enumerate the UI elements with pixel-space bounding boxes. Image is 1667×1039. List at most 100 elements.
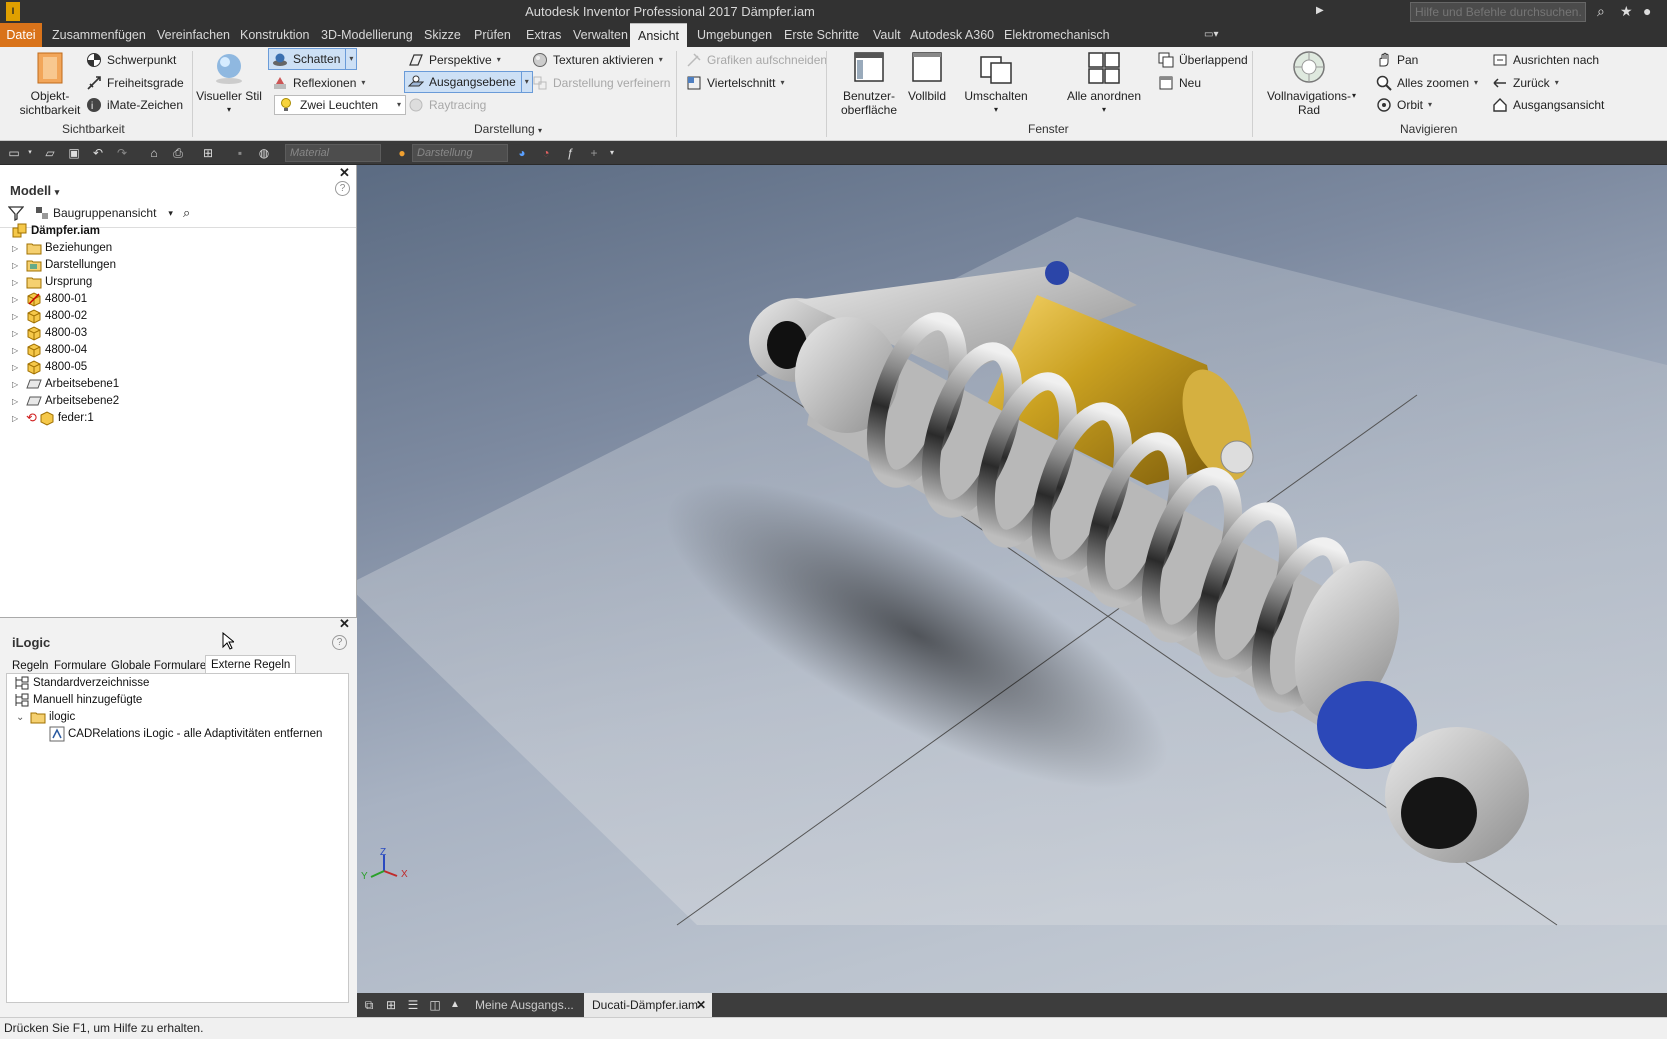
select-icon[interactable]: ▪ xyxy=(232,145,248,161)
tab-zusammenfuegen[interactable]: Zusammenfügen xyxy=(44,23,154,47)
chevron-down-icon[interactable]: ▾ xyxy=(1474,73,1478,93)
zurueck-button[interactable]: Zurück ▾ xyxy=(1492,73,1559,93)
tree-item[interactable]: ▷ ⟲ feder:1 xyxy=(12,409,94,427)
freiheitsgrade-button[interactable]: Freiheitsgrade xyxy=(86,73,184,93)
expand-arrow-icon[interactable]: ▷ xyxy=(12,346,22,355)
objekt-sichtbarkeit-button[interactable]: Objekt- sichtbarkeit xyxy=(18,51,82,117)
grafiken-aufschneiden-button[interactable]: Grafiken aufschneiden xyxy=(686,50,827,70)
tree-item[interactable]: ▷ Ursprung xyxy=(12,273,92,291)
expand-arrow-icon[interactable]: ▷ xyxy=(12,397,22,406)
chevron-right-icon[interactable]: ▶ xyxy=(1316,5,1324,16)
tab-overflow-icon[interactable]: ▭▾ xyxy=(1196,23,1226,47)
tab-extras[interactable]: Extras xyxy=(518,23,569,47)
tree-item[interactable]: ▷ Arbeitsebene2 xyxy=(12,392,119,410)
tree-item[interactable]: ▷ 4800-03 xyxy=(12,324,87,342)
raytracing-button[interactable]: Raytracing xyxy=(408,95,486,115)
update-icon[interactable]: ⊞ xyxy=(200,145,216,161)
chevron-down-icon[interactable]: ▾ xyxy=(604,145,620,161)
tree-item[interactable]: ▷ Darstellungen xyxy=(12,256,116,274)
schatten-button[interactable]: Schatten ▾ xyxy=(268,48,358,70)
chevron-down-icon[interactable]: ▾ xyxy=(538,126,542,135)
viertelschnitt-button[interactable]: Viertelschnitt ▾ xyxy=(686,73,785,93)
browser-title[interactable]: Modell ▾ xyxy=(10,183,59,198)
new-file-icon[interactable]: ▭ xyxy=(6,145,22,161)
arrow-up-icon[interactable]: ▲ xyxy=(447,997,463,1013)
reflexionen-button[interactable]: Reflexionen ▾ xyxy=(272,73,365,93)
tab-skizze[interactable]: Skizze xyxy=(416,23,469,47)
binoculars-icon[interactable]: ⌕ xyxy=(1597,3,1605,20)
tile-vertical-icon[interactable]: ◫ xyxy=(427,997,443,1013)
tab-externe-regeln[interactable]: Externe Regeln xyxy=(205,655,297,675)
help-search-input[interactable] xyxy=(1410,2,1586,22)
home-view-icon[interactable]: ⌂ xyxy=(146,145,162,161)
tree-item[interactable]: ▷ 4800-02 xyxy=(12,307,87,325)
save-icon[interactable]: ▣ xyxy=(66,145,82,161)
umschalten-button[interactable]: Umschalten ▾ xyxy=(960,51,1032,117)
chevron-down-icon[interactable]: ▾ xyxy=(1352,91,1356,100)
benutzeroberflaeche-button[interactable]: Benutzer- oberfläche xyxy=(836,51,902,117)
tile-grid-icon[interactable]: ⊞ xyxy=(383,997,399,1013)
texturen-aktivieren-button[interactable]: Texturen aktivieren ▾ xyxy=(532,50,663,70)
tab-meine-ausgangsansicht[interactable]: Meine Ausgangs... xyxy=(467,993,582,1017)
print-icon[interactable]: ⎙ xyxy=(170,145,186,161)
beleuchtung-select[interactable]: Zwei Leuchten ▾ xyxy=(274,95,406,115)
close-icon[interactable]: ✕ xyxy=(339,616,350,632)
clear-appearance-icon[interactable]: ◔ xyxy=(538,145,554,161)
tree-item[interactable]: ▷ Beziehungen xyxy=(12,239,112,257)
pan-button[interactable]: Pan xyxy=(1376,50,1418,70)
imate-zeichen-button[interactable]: i iMate-Zeichen xyxy=(86,95,183,115)
tab-elektromechanisch[interactable]: Elektromechanisch xyxy=(996,23,1118,47)
tab-autodesk-a360[interactable]: Autodesk A360 xyxy=(902,23,1002,47)
expand-arrow-icon[interactable]: ▷ xyxy=(12,380,22,389)
visueller-stil-button[interactable]: Visueller Stil ▾ xyxy=(196,51,262,117)
redo-icon[interactable]: ↷ xyxy=(114,145,130,161)
help-icon[interactable]: ? xyxy=(332,635,347,650)
assembly-view-label[interactable]: Baugruppenansicht xyxy=(53,206,156,220)
ausrichten-nach-button[interactable]: Ausrichten nach xyxy=(1492,50,1599,70)
tab-erste-schritte[interactable]: Erste Schritte xyxy=(776,23,867,47)
perspektive-button[interactable]: Perspektive ▾ xyxy=(408,50,501,70)
chevron-down-icon[interactable]: ▾ xyxy=(168,208,173,219)
chevron-down-icon[interactable]: ⌄ xyxy=(16,712,26,723)
user-icon[interactable]: ● xyxy=(1643,3,1651,19)
chevron-down-icon[interactable]: ▾ xyxy=(1428,95,1432,115)
chevron-down-icon[interactable]: ▾ xyxy=(497,50,501,70)
chevron-down-icon[interactable]: ▾ xyxy=(780,73,784,93)
list-item[interactable]: CADRelations iLogic - alle Adaptivitäten… xyxy=(49,725,322,743)
expand-arrow-icon[interactable]: ▷ xyxy=(12,363,22,372)
neu-button[interactable]: Neu xyxy=(1158,73,1201,93)
list-item[interactable]: ⌄ ilogic xyxy=(16,708,75,726)
plus-icon[interactable]: + xyxy=(586,145,602,161)
expand-arrow-icon[interactable]: ▷ xyxy=(12,261,22,270)
globe-icon[interactable]: ◍ xyxy=(256,145,272,161)
function-icon[interactable]: ƒ xyxy=(562,145,578,161)
expand-arrow-icon[interactable]: ▷ xyxy=(12,278,22,287)
tab-3d-modellierung[interactable]: 3D-Modellierung xyxy=(313,23,421,47)
tab-konstruktion[interactable]: Konstruktion xyxy=(232,23,317,47)
list-item[interactable]: Manuell hinzugefügte xyxy=(14,691,142,709)
tab-datei[interactable]: Datei xyxy=(0,23,42,47)
tree-item[interactable]: ▷ Arbeitsebene1 xyxy=(12,375,119,393)
chevron-down-icon[interactable]: ▾ xyxy=(345,49,353,69)
tab-umgebungen[interactable]: Umgebungen xyxy=(689,23,780,47)
tree-item[interactable]: ▷ 4800-01 xyxy=(12,290,87,308)
tree-root[interactable]: Dämpfer.iam xyxy=(12,222,100,240)
chevron-down-icon[interactable]: ▾ xyxy=(520,72,529,92)
tab-vereinfachen[interactable]: Vereinfachen xyxy=(149,23,238,47)
chevron-down-icon[interactable]: ▾ xyxy=(659,50,663,70)
chevron-down-icon[interactable]: ▾ xyxy=(22,145,38,161)
adjust-appearance-icon[interactable]: ◕ xyxy=(514,145,530,161)
tab-ducati-daempfer[interactable]: Ducati-Dämpfer.iam ✕ xyxy=(584,993,712,1017)
tab-ansicht[interactable]: Ansicht xyxy=(630,23,687,47)
darstellung-verfeinern-button[interactable]: Darstellung verfeinern xyxy=(532,73,670,93)
material-select[interactable]: Material xyxy=(285,144,381,162)
expand-arrow-icon[interactable]: ▷ xyxy=(12,329,22,338)
filter-icon[interactable] xyxy=(8,205,24,221)
close-icon[interactable]: ✕ xyxy=(339,165,350,181)
orbit-button[interactable]: Orbit ▾ xyxy=(1376,95,1432,115)
ausgangsansicht-button[interactable]: Ausgangsansicht xyxy=(1492,95,1604,115)
open-folder-icon[interactable]: ▱ xyxy=(42,145,58,161)
alles-zoomen-button[interactable]: Alles zoomen ▾ xyxy=(1376,73,1478,93)
binoculars-icon[interactable]: ⌕ xyxy=(183,205,190,221)
cascade-windows-icon[interactable]: ⧉ xyxy=(361,997,377,1013)
